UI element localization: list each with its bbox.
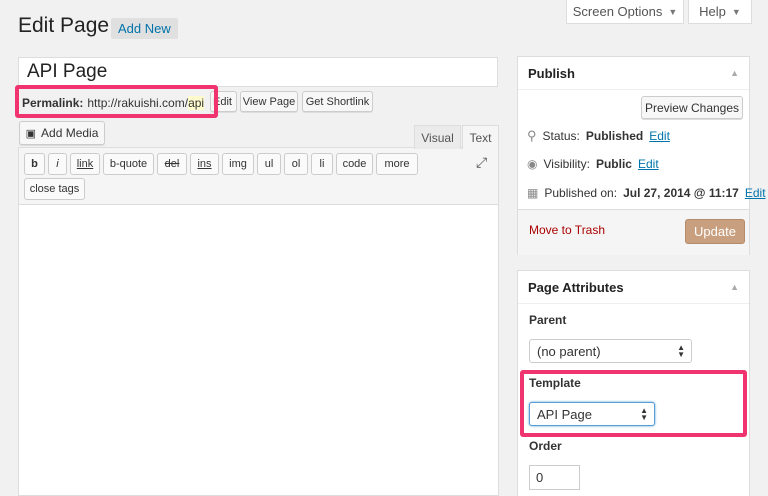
visibility-edit-link[interactable]: Edit [638,157,659,171]
edit-permalink-button[interactable]: Edit [210,91,237,112]
tab-text[interactable]: Text [462,125,499,149]
permalink-label: Permalink: [22,96,84,110]
add-media-button[interactable]: ▣ Add Media [19,121,105,145]
collapse-icon[interactable]: ▲ [730,68,739,78]
qt-link-button[interactable]: link [70,153,100,175]
select-arrows-icon: ▲ ▼ [677,343,685,359]
qt-code-button[interactable]: code [336,153,373,175]
pin-icon: ⚲ [527,128,537,143]
template-select[interactable]: API Page ▲ ▼ [529,402,655,426]
visibility-value: Public [595,157,632,171]
status-edit-link[interactable]: Edit [649,129,670,143]
qt-ol-button[interactable]: ol [284,153,308,175]
published-value: Jul 27, 2014 @ 11:17 [623,186,739,200]
help-label: Help [699,4,726,19]
calendar-icon: ▦ [527,186,539,200]
published-edit-link[interactable]: Edit [745,186,766,200]
permalink-slug[interactable]: api [188,96,205,110]
qt-more-button[interactable]: more [376,153,418,175]
preview-changes-button[interactable]: Preview Changes [641,96,743,119]
order-input[interactable]: 0 [529,465,580,490]
tab-visual[interactable]: Visual [414,125,461,149]
template-label: Template [529,376,581,390]
help-tab[interactable]: Help ▼ [688,0,752,24]
page-title: Edit Page [18,14,110,37]
parent-select[interactable]: (no parent) ▲ ▼ [529,339,692,363]
view-page-button[interactable]: View Page [240,91,298,112]
visibility-row: ◉ Visibility: Public Edit [527,157,659,171]
published-row: ▦ Published on: Jul 27, 2014 @ 11:17 Edi… [527,186,766,200]
qt-italic-button[interactable]: i [48,153,67,175]
qt-del-button[interactable]: del [157,153,187,175]
permalink-row: Permalink: http://rakuishi.com/api [22,92,205,114]
eye-icon: ◉ [527,157,538,171]
title-input[interactable]: API Page [18,57,498,87]
published-label: Published on: [544,186,618,200]
publish-title: Publish [528,65,575,81]
select-arrows-icon: ▲ ▼ [640,406,648,422]
parent-label: Parent [529,313,567,327]
page-attributes-title: Page Attributes [528,279,624,295]
caret-down-icon: ▼ [668,6,678,17]
media-icon: ▣ [25,127,37,140]
qt-bquote-button[interactable]: b-quote [103,153,154,175]
qt-close-tags-button[interactable]: close tags [24,178,85,200]
expand-icon[interactable]: ⤢ [476,154,487,171]
caret-down-icon: ▼ [731,6,741,17]
edit-permalink-label: Edit [213,95,232,108]
get-shortlink-button[interactable]: Get Shortlink [302,91,373,112]
publish-header[interactable]: Publish ▲ [518,57,749,90]
parent-select-value: (no parent) [537,343,601,359]
move-to-trash-link[interactable]: Move to Trash [529,223,605,237]
permalink-url[interactable]: http://rakuishi.com/ [87,96,188,110]
qt-ul-button[interactable]: ul [257,153,281,175]
status-value: Published [585,129,644,143]
qt-ins-button[interactable]: ins [190,153,219,175]
order-label: Order [529,439,562,453]
qt-img-button[interactable]: img [222,153,254,175]
update-button[interactable]: Update [685,219,745,244]
qt-bold-button[interactable]: b [24,153,45,175]
screen-options-tab[interactable]: Screen Options ▼ [566,0,684,24]
page-attributes-header[interactable]: Page Attributes ▲ [518,271,749,304]
add-new-button[interactable]: Add New [111,18,178,39]
status-label: Status: [542,129,580,143]
add-media-label: Add Media [41,126,99,140]
status-row: ⚲ Status: Published Edit [527,128,670,144]
screen-options-label: Screen Options [572,4,663,19]
visibility-label: Visibility: [543,157,590,171]
template-select-value: API Page [537,406,592,422]
qt-li-button[interactable]: li [311,153,333,175]
collapse-icon[interactable]: ▲ [730,282,739,292]
